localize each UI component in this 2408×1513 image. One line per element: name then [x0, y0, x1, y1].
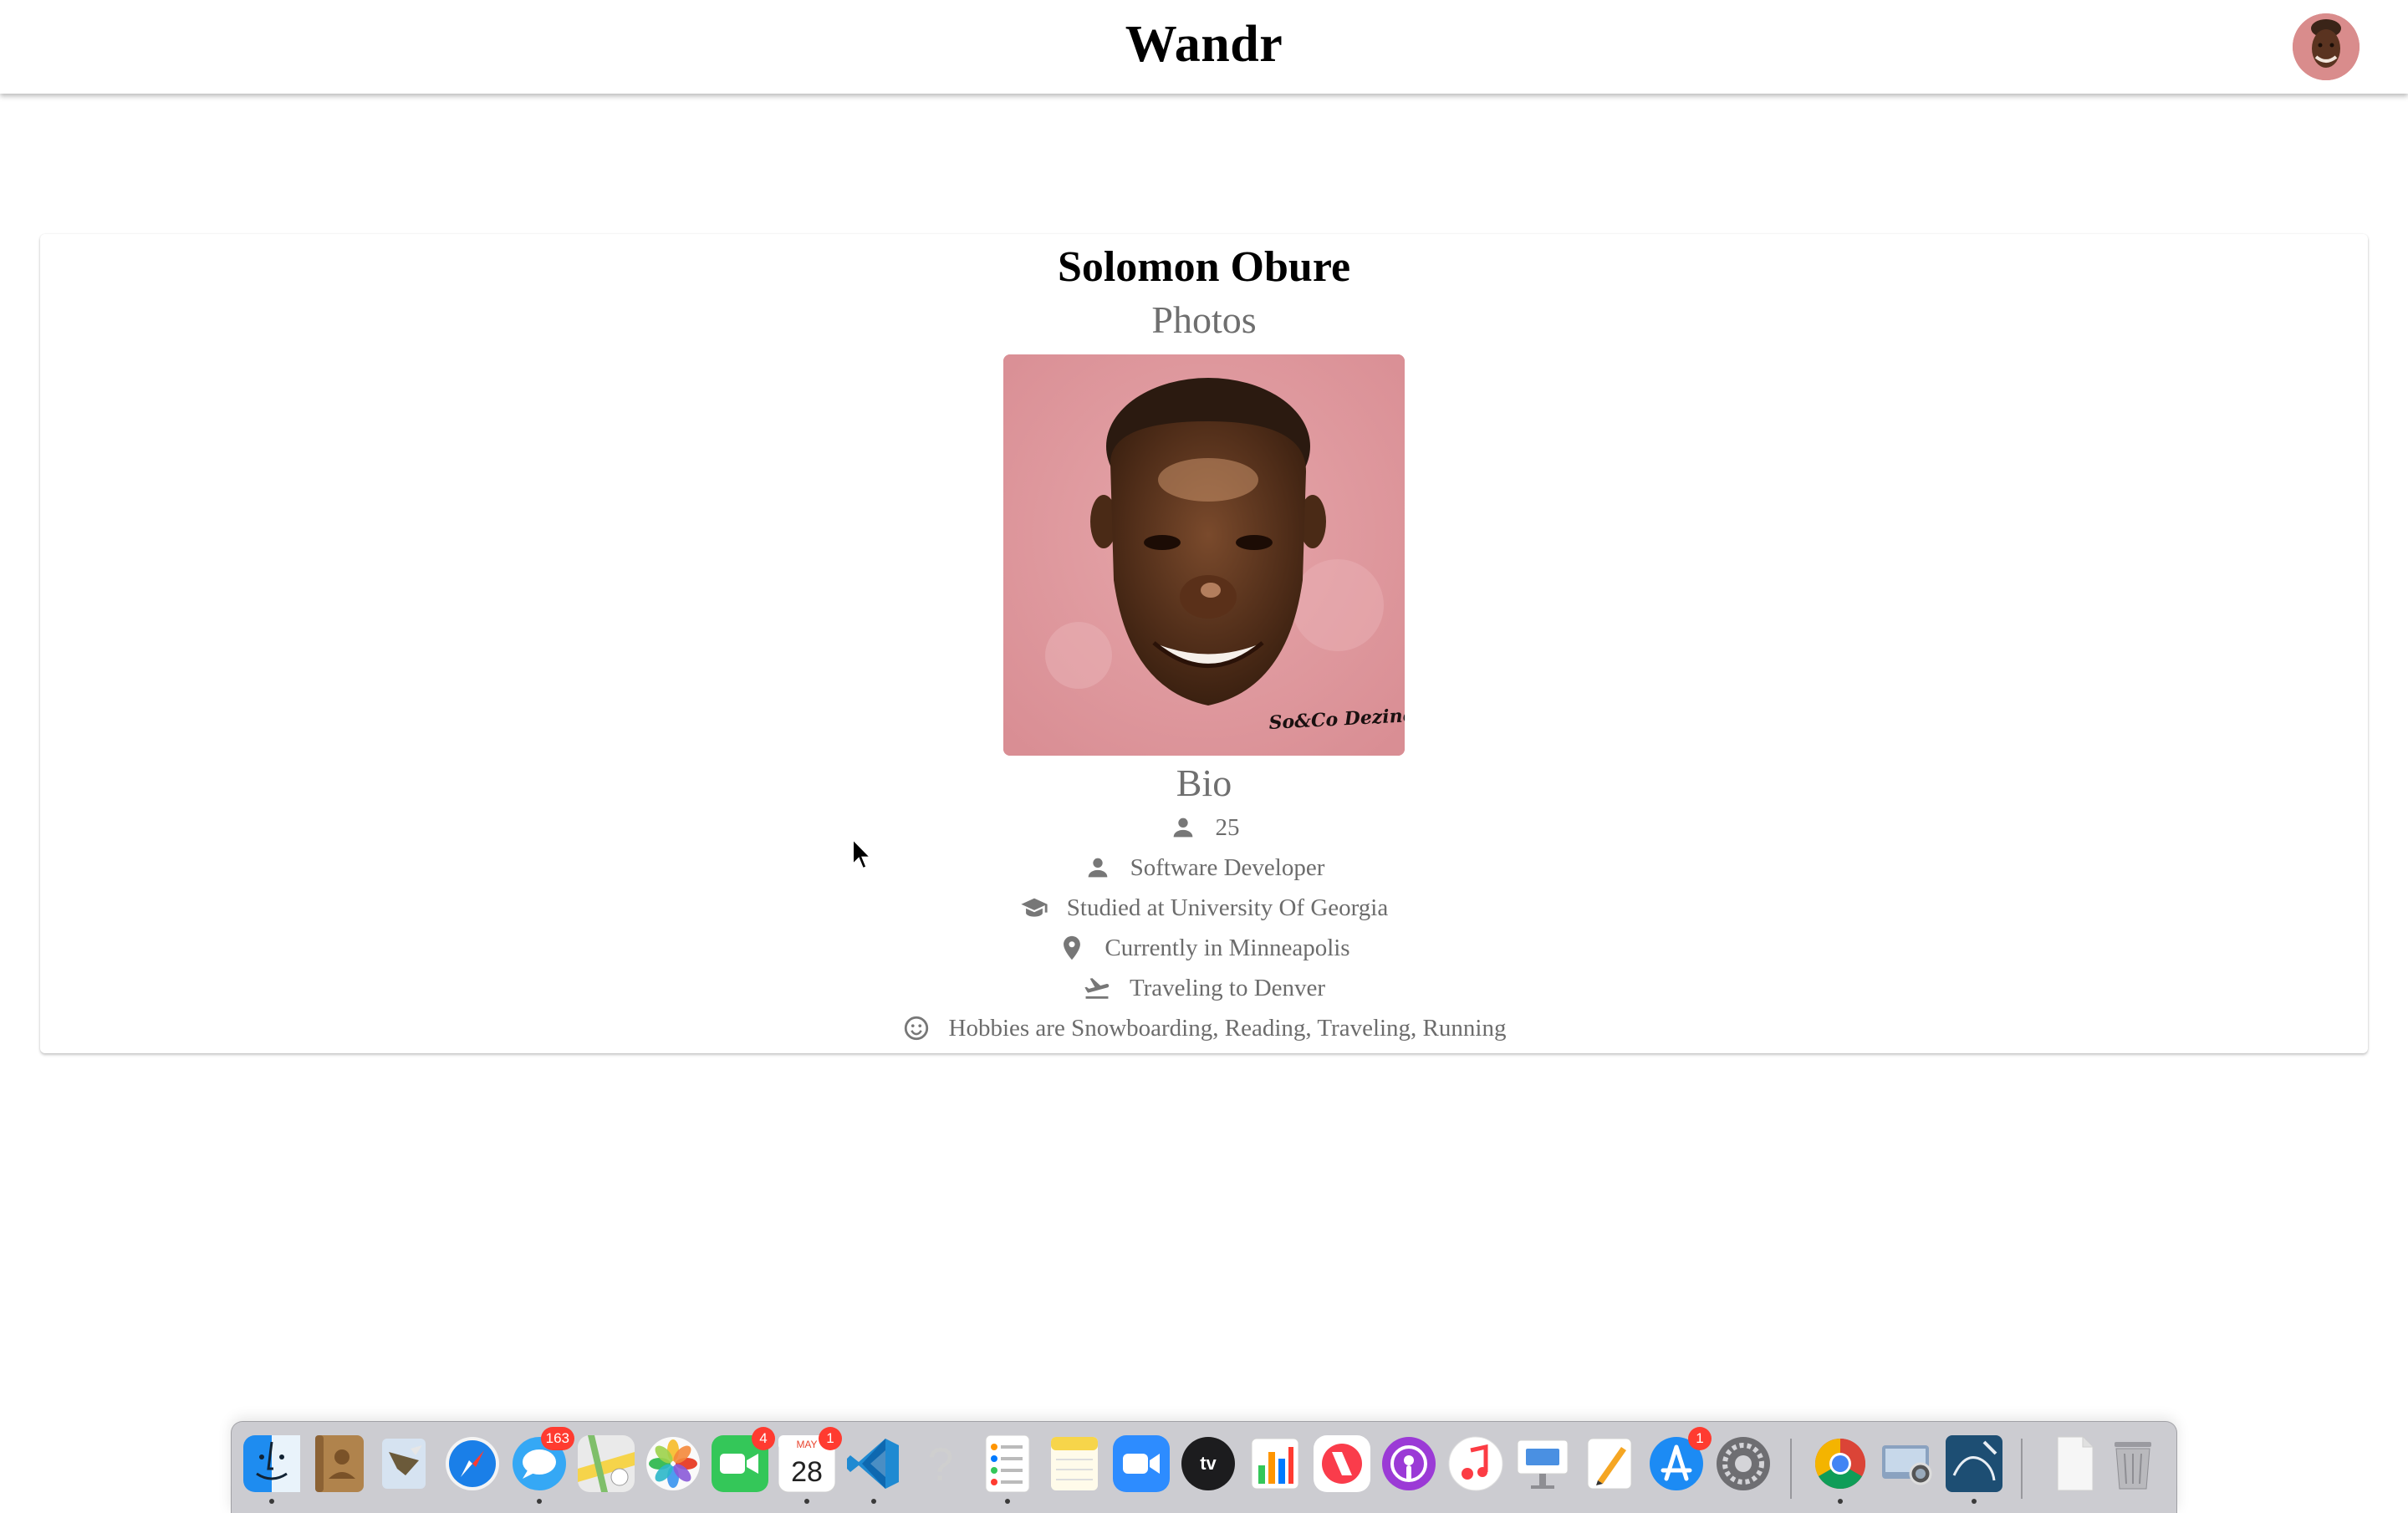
- avatar-face-icon: [2293, 13, 2360, 80]
- system-preferences-icon[interactable]: [1715, 1435, 1772, 1492]
- image-capture-icon[interactable]: [1879, 1435, 1936, 1492]
- running-indicator: [1005, 1499, 1010, 1504]
- bio-travel-text: Traveling to Denver: [1129, 974, 1326, 1001]
- keynote-icon[interactable]: [1514, 1435, 1571, 1492]
- messages-badge: 163: [540, 1427, 574, 1450]
- numbers-icon[interactable]: [1247, 1435, 1303, 1492]
- person-icon: [1169, 813, 1197, 842]
- mouse-cursor-icon: [852, 838, 873, 870]
- running-indicator: [269, 1499, 274, 1504]
- person-icon: [1084, 853, 1112, 882]
- app-store-icon[interactable]: 1: [1648, 1427, 1712, 1492]
- running-indicator: [804, 1499, 809, 1504]
- running-indicator: [871, 1499, 876, 1504]
- apple-tv-label: tv: [1200, 1453, 1217, 1474]
- running-indicator: [537, 1499, 542, 1504]
- facetime-icon[interactable]: 4: [712, 1427, 775, 1492]
- bio-education: Studied at University Of Georgia: [40, 889, 2368, 926]
- dock-separator: [2021, 1439, 2023, 1499]
- bio-occupation: Software Developer: [40, 849, 2368, 886]
- reminders-icon[interactable]: [979, 1434, 1036, 1504]
- bio-hobbies: Hobbies are Snowboarding, Reading, Trave…: [40, 1010, 2368, 1047]
- bio-location-text: Currently in Minneapolis: [1105, 934, 1350, 961]
- finder-icon[interactable]: [243, 1435, 300, 1504]
- calendar-icon[interactable]: MAY 28 1: [778, 1427, 842, 1504]
- macos-dock: 163 4 MAY 28 1 ? tv 1: [231, 1421, 2177, 1513]
- app-bar: Wandr: [0, 0, 2408, 94]
- graduation-cap-icon: [1020, 894, 1048, 922]
- bio-age-text: 25: [1215, 813, 1240, 841]
- profile-photo-image: So&Co Dezine: [1003, 354, 1405, 756]
- profile-photo[interactable]: So&Co Dezine: [1003, 354, 1405, 756]
- profile-name: Solomon Obure: [1057, 243, 1351, 291]
- safari-icon[interactable]: [444, 1435, 501, 1492]
- bio-education-text: Studied at University Of Georgia: [1066, 894, 1389, 921]
- bio-occupation-text: Software Developer: [1130, 853, 1325, 881]
- music-icon[interactable]: [1447, 1435, 1504, 1492]
- apple-tv-icon[interactable]: tv: [1180, 1435, 1237, 1492]
- running-indicator: [1972, 1499, 1977, 1504]
- podcasts-icon[interactable]: [1380, 1435, 1437, 1492]
- facetime-badge: 4: [752, 1427, 775, 1450]
- app-store-badge: 1: [1688, 1427, 1712, 1450]
- preview-eagle-icon[interactable]: [377, 1435, 434, 1492]
- maps-icon[interactable]: [578, 1435, 635, 1492]
- messages-icon[interactable]: 163: [511, 1427, 574, 1504]
- calendar-day: 28: [791, 1456, 823, 1488]
- pages-icon[interactable]: [1581, 1435, 1638, 1492]
- question-mark-icon: ?: [927, 1437, 954, 1490]
- bio-travel: Traveling to Denver: [40, 970, 2368, 1006]
- help-icon[interactable]: ?: [912, 1435, 969, 1492]
- bio-hobbies-text: Hobbies are Snowboarding, Reading, Trave…: [948, 1014, 1507, 1042]
- news-icon[interactable]: [1314, 1435, 1370, 1492]
- vscode-icon[interactable]: [845, 1435, 902, 1504]
- mysql-workbench-icon[interactable]: [1946, 1435, 2002, 1504]
- running-indicator: [1838, 1499, 1843, 1504]
- notes-icon[interactable]: [1046, 1435, 1103, 1492]
- photos-heading: Photos: [1151, 298, 1257, 341]
- zoom-icon[interactable]: [1113, 1435, 1170, 1492]
- brand-title[interactable]: Wandr: [0, 15, 2408, 74]
- profile-card: Solomon Obure Photos So&Co Dezine Bio 25…: [40, 234, 2368, 1053]
- location-pin-icon: [1058, 934, 1086, 962]
- contacts-icon[interactable]: [310, 1435, 367, 1492]
- bio-age: 25: [40, 809, 2368, 846]
- trash-icon[interactable]: [2104, 1435, 2161, 1492]
- chrome-icon[interactable]: [1812, 1435, 1869, 1504]
- calendar-month: MAY: [796, 1439, 817, 1450]
- bio-location: Currently in Minneapolis: [40, 930, 2368, 966]
- photos-icon[interactable]: [645, 1435, 701, 1492]
- user-avatar[interactable]: [2293, 13, 2360, 80]
- calendar-badge: 1: [819, 1427, 842, 1450]
- smiley-icon: [902, 1014, 931, 1042]
- airplane-takeoff-icon: [1083, 974, 1111, 1002]
- document-icon[interactable]: [2046, 1435, 2103, 1492]
- dock-separator: [1790, 1439, 1792, 1499]
- bio-heading: Bio: [1176, 762, 1232, 804]
